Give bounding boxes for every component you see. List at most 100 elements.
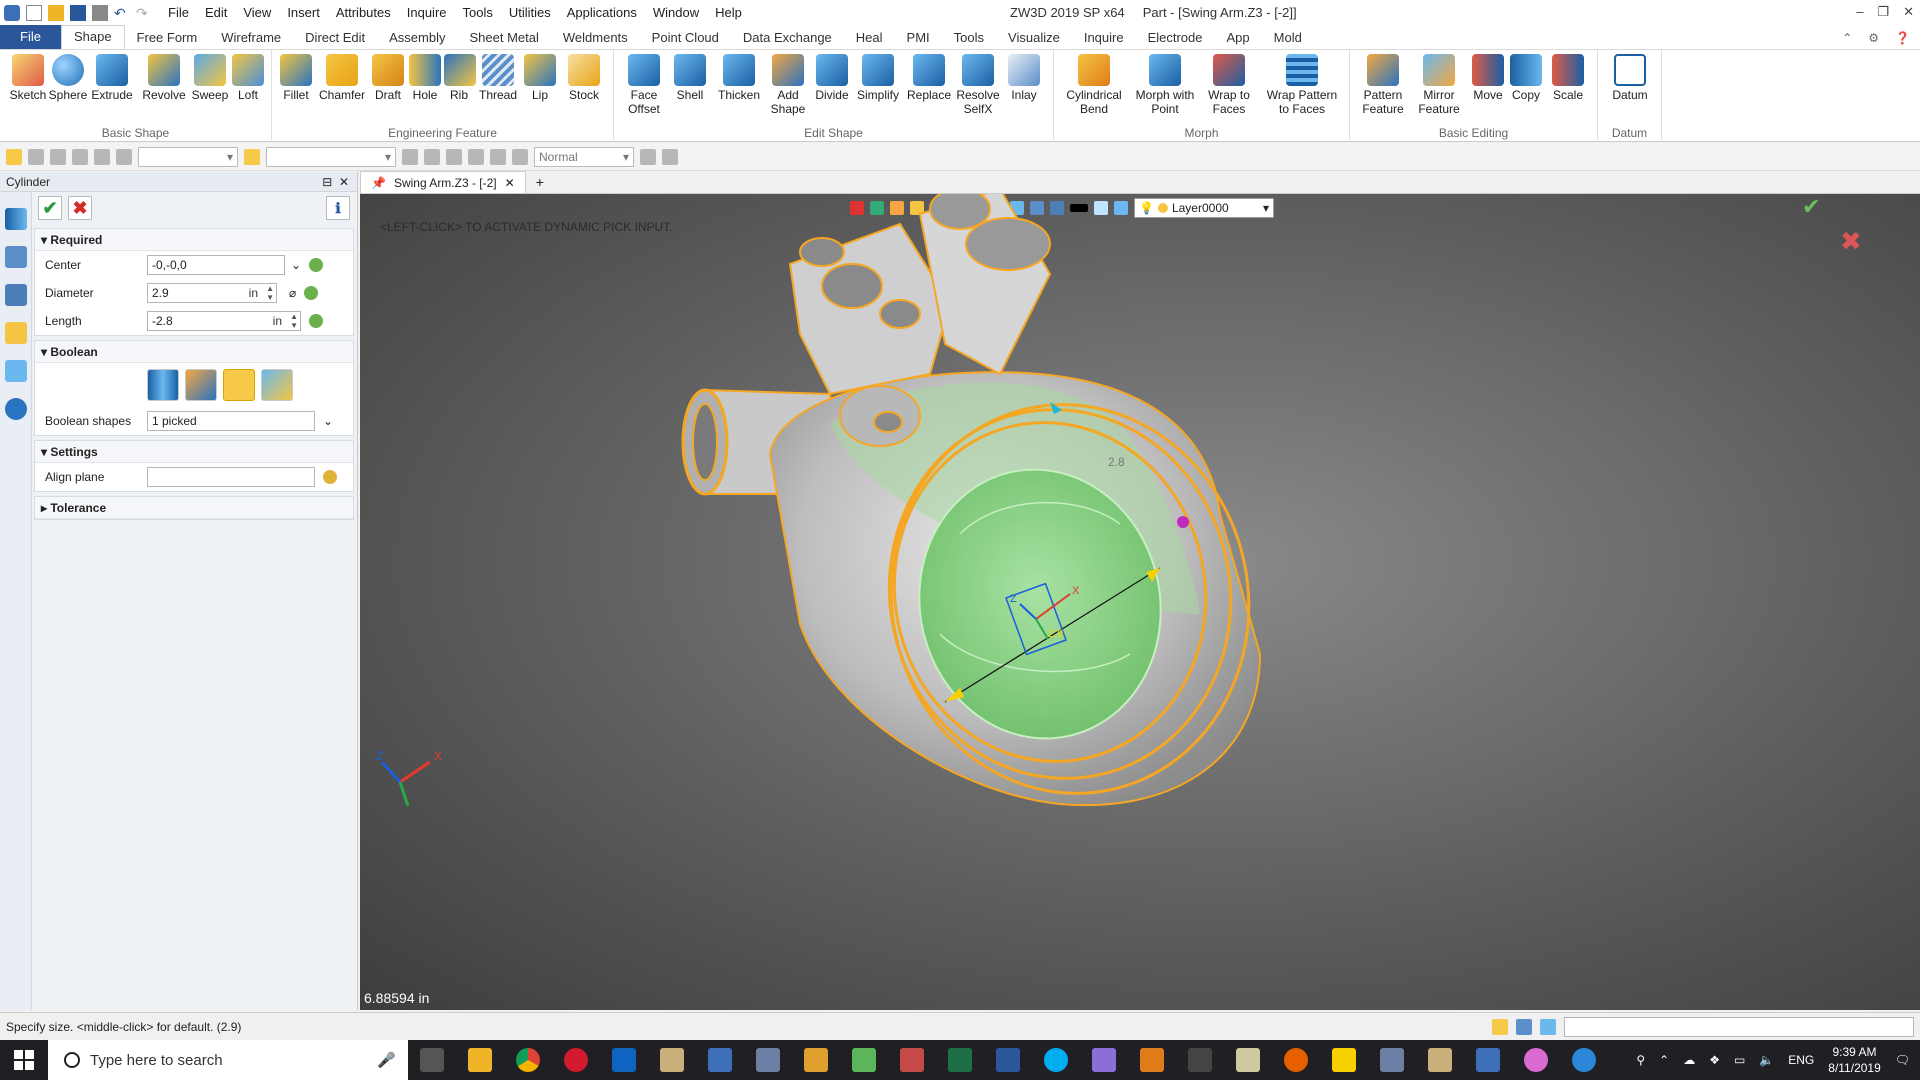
windows-start-icon[interactable] [14, 1050, 34, 1070]
menu-attributes[interactable]: Attributes [328, 0, 399, 26]
file-explorer-icon[interactable] [468, 1048, 492, 1072]
app-icon-4[interactable] [852, 1048, 876, 1072]
pick-plane-icon[interactable] [323, 470, 337, 484]
app-icon-8[interactable] [1236, 1048, 1260, 1072]
copy-button[interactable]: Copy [1508, 54, 1544, 102]
snap-icon[interactable] [446, 148, 462, 165]
view-manager-icon[interactable] [4, 360, 27, 382]
extrude-button[interactable]: Extrude [90, 54, 134, 102]
notification-icon[interactable]: 🗨 [1895, 1053, 1910, 1067]
sphere-button[interactable]: Sphere [48, 54, 88, 102]
sticky-notes-icon[interactable] [1332, 1048, 1356, 1072]
new-icon[interactable] [26, 5, 42, 21]
tab-inquire[interactable]: Inquire [1072, 27, 1136, 49]
minimize-icon[interactable]: – [1856, 0, 1863, 24]
center-input[interactable]: -0,-0,0 [147, 255, 285, 275]
skype-icon[interactable] [1044, 1048, 1068, 1072]
settings-header[interactable]: ▾ Settings [35, 441, 353, 463]
cancel-button[interactable]: ✖ [68, 196, 92, 220]
app-icon-11[interactable] [1476, 1048, 1500, 1072]
cursor-icon[interactable] [640, 148, 656, 165]
menu-applications[interactable]: Applications [559, 0, 645, 26]
chevron-up-icon[interactable]: ⌃ [1659, 1053, 1669, 1067]
loft-button[interactable]: Loft [230, 54, 266, 102]
word-icon[interactable] [996, 1048, 1020, 1072]
filter-combo[interactable]: ▾ [138, 146, 238, 167]
face-offset-button[interactable]: Face Offset [622, 54, 666, 116]
app-icon-3[interactable] [804, 1048, 828, 1072]
assembly-tree-icon[interactable] [4, 284, 27, 306]
swing-arm-model[interactable]: 2.8 X Z X Z [360, 194, 1920, 1010]
cylindrical-bend-button[interactable]: Cylindrical Bend [1062, 54, 1126, 116]
distribute-icon[interactable] [424, 148, 440, 165]
task-view-icon[interactable] [420, 1048, 444, 1072]
diameter-symbol-icon[interactable]: ⌀ [289, 286, 296, 300]
boolean-shapes-input[interactable]: 1 picked [147, 411, 315, 431]
chrome-icon[interactable] [516, 1048, 540, 1072]
scale-button[interactable]: Scale [1548, 54, 1588, 102]
shell-button[interactable]: Shell [670, 54, 710, 102]
divide-button[interactable]: Divide [812, 54, 852, 102]
menu-edit[interactable]: Edit [197, 0, 235, 26]
pick-diameter-icon[interactable] [304, 286, 319, 300]
user-icon[interactable] [4, 398, 27, 420]
boolean-base-icon[interactable] [147, 369, 179, 401]
boolean-header[interactable]: ▾ Boolean [35, 341, 353, 363]
outlook-icon[interactable] [612, 1048, 636, 1072]
menu-tools[interactable]: Tools [455, 0, 501, 26]
tab-direct-edit[interactable]: Direct Edit [293, 27, 377, 49]
tab-file[interactable]: File [0, 25, 61, 49]
tab-point-cloud[interactable]: Point Cloud [640, 27, 731, 49]
replace-button[interactable]: Replace [906, 54, 952, 102]
align-plane-input[interactable] [147, 467, 315, 487]
maps-icon[interactable] [1524, 1048, 1548, 1072]
close-panel-icon[interactable]: ✕ [339, 175, 349, 189]
stock-button[interactable]: Stock [562, 54, 606, 102]
refresh-icon[interactable] [244, 148, 260, 165]
tab-assembly[interactable]: Assembly [377, 27, 457, 49]
diameter-spinner[interactable]: ▲ ▼ [266, 284, 274, 302]
history-tree-icon[interactable] [4, 246, 27, 268]
sweep-button[interactable]: Sweep [190, 54, 230, 102]
move-button[interactable]: Move [1470, 54, 1506, 102]
hole-button[interactable]: Hole [408, 54, 442, 102]
rib-button[interactable]: Rib [444, 54, 476, 102]
collapse-ribbon-icon[interactable]: ⌃ [1842, 27, 1852, 49]
print-icon[interactable] [92, 5, 108, 21]
excel-icon[interactable] [948, 1048, 972, 1072]
language-indicator[interactable]: ENG [1788, 1053, 1814, 1067]
close-icon[interactable]: ✕ [1903, 0, 1914, 24]
new-tab-icon[interactable]: + [526, 171, 554, 193]
command-input[interactable] [1564, 1016, 1914, 1037]
lip-button[interactable]: Lip [522, 54, 558, 102]
pattern-feature-button[interactable]: Pattern Feature [1356, 54, 1410, 116]
cloud-icon[interactable]: ☁ [1683, 1053, 1695, 1067]
tab-heal[interactable]: Heal [844, 27, 895, 49]
menu-insert[interactable]: Insert [279, 0, 328, 26]
restore-icon[interactable]: ❐ [1877, 0, 1889, 24]
tab-wireframe[interactable]: Wireframe [209, 27, 293, 49]
wrap-to-faces-button[interactable]: Wrap to Faces [1204, 54, 1254, 116]
double-chevron-icon[interactable]: ⌄ [323, 414, 333, 428]
info-button[interactable]: ℹ [326, 196, 350, 220]
tab-data-exchange[interactable]: Data Exchange [731, 27, 844, 49]
align-icon[interactable] [402, 148, 418, 165]
bars-icon[interactable] [468, 148, 484, 165]
part-icon[interactable] [4, 322, 27, 344]
app-icon-1[interactable] [660, 1048, 684, 1072]
app-icon-10[interactable] [1428, 1048, 1452, 1072]
pick-length-icon[interactable] [309, 314, 323, 328]
menu-help[interactable]: Help [707, 0, 750, 26]
tab-app[interactable]: App [1215, 27, 1262, 49]
app-icon-2[interactable] [756, 1048, 780, 1072]
render-icon[interactable] [512, 148, 528, 165]
menu-utilities[interactable]: Utilities [501, 0, 559, 26]
add-shape-button[interactable]: Add Shape [766, 54, 810, 116]
tab-visualize[interactable]: Visualize [996, 27, 1072, 49]
fillet-button[interactable]: Fillet [276, 54, 316, 102]
menu-file[interactable]: File [160, 0, 197, 26]
length-spinner[interactable]: ▲ ▼ [290, 312, 298, 330]
tab-free-form[interactable]: Free Form [125, 27, 210, 49]
firefox-icon[interactable] [1284, 1048, 1308, 1072]
pick-arrow-icon[interactable] [6, 148, 22, 165]
